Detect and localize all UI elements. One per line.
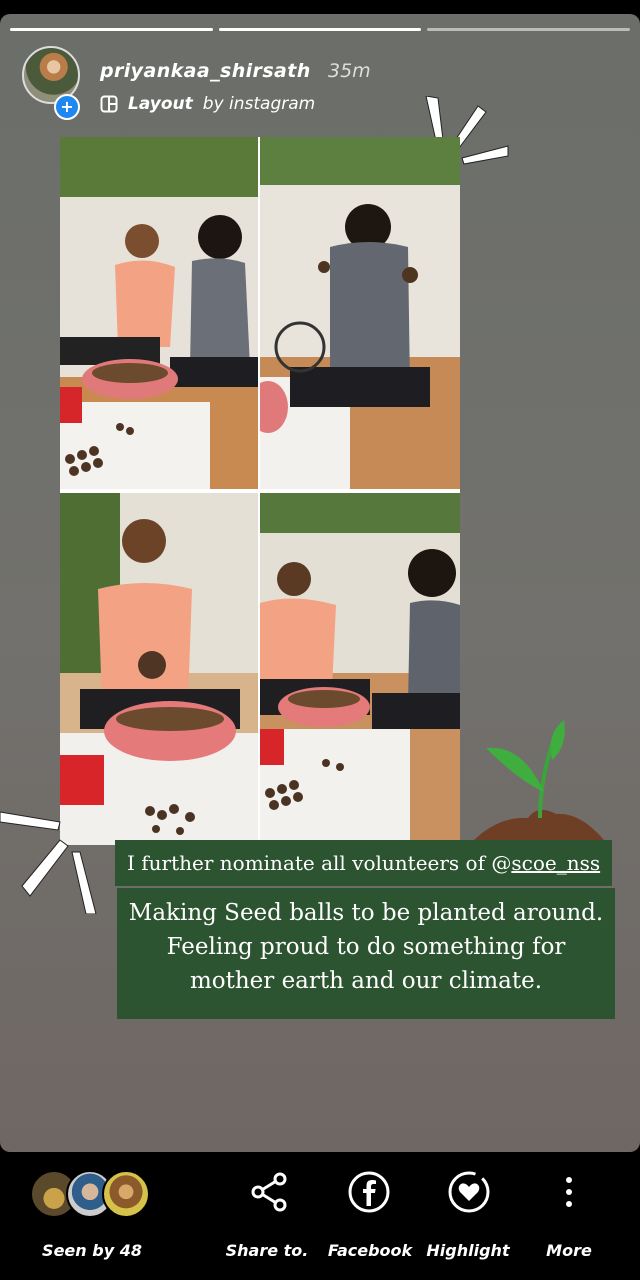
collage-photo-2 xyxy=(260,137,460,489)
caption-line-1: Making Seed balls to be planted around. xyxy=(128,900,604,926)
progress-segment xyxy=(218,28,422,31)
progress-segment xyxy=(427,28,631,31)
share-button[interactable]: Share to. xyxy=(212,1241,322,1260)
collage-photo-3 xyxy=(60,493,258,845)
layout-icon xyxy=(100,95,118,113)
story-progress-bar xyxy=(10,28,631,31)
photo-collage xyxy=(60,137,460,845)
nss-handle-link[interactable]: scoe_nss xyxy=(511,851,600,875)
layout-sublabel: by instagram xyxy=(202,94,316,114)
username[interactable]: priyankaa_shirsath xyxy=(100,60,311,82)
progress-segment xyxy=(10,28,213,31)
caption-line-2: Feeling proud to do something for xyxy=(166,934,566,960)
seen-by-button[interactable]: Seen by 48 xyxy=(37,1241,147,1260)
layout-attribution[interactable]: Layout by instagram xyxy=(100,94,315,114)
layout-label: Layout xyxy=(128,94,193,114)
highlight-button[interactable]: Highlight xyxy=(413,1241,523,1260)
more-vertical-icon[interactable] xyxy=(547,1170,591,1214)
sparkle-burst-decoration xyxy=(0,811,97,914)
add-story-plus-icon[interactable]: + xyxy=(54,94,80,120)
sprout-icon xyxy=(472,720,604,842)
nomination-text: I further nominate all volunteers of @sc… xyxy=(115,840,612,886)
post-time: 35m xyxy=(328,60,371,82)
story-frame[interactable]: + priyankaa_shirsath 35m Layout by insta… xyxy=(0,14,640,1152)
facebook-button[interactable]: Facebook xyxy=(315,1241,425,1260)
viewer-avatar xyxy=(102,1170,150,1218)
caption-line-3: mother earth and our climate. xyxy=(189,968,543,994)
collage-photo-4 xyxy=(260,493,460,845)
share-icon[interactable] xyxy=(248,1170,292,1214)
collage-photo-1 xyxy=(60,137,258,489)
viewer-avatars[interactable] xyxy=(30,1170,160,1220)
more-button[interactable]: More xyxy=(514,1241,624,1260)
nomination-prefix: I further nominate all volunteers of @ xyxy=(127,851,512,875)
story-caption: Making Seed balls to be planted around. … xyxy=(117,888,615,1019)
facebook-icon[interactable] xyxy=(347,1170,391,1214)
highlight-heart-icon[interactable] xyxy=(447,1170,491,1214)
